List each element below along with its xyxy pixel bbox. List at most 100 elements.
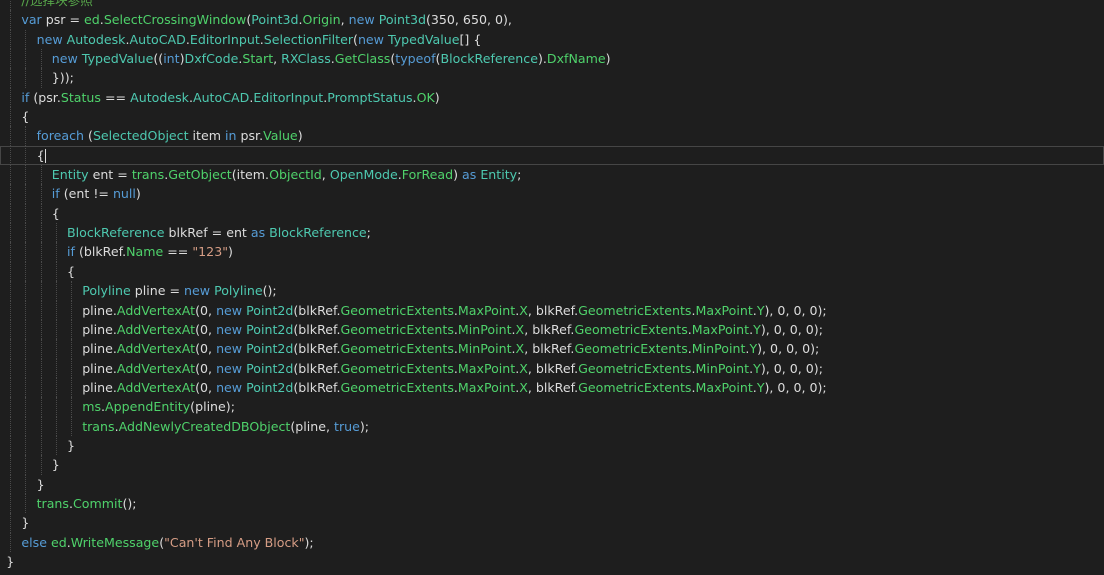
code-token: ed: [50, 534, 67, 550]
code-token: {: [21, 109, 30, 125]
code-token: "Can't Find Any Block": [164, 534, 305, 550]
code-text: pline.AddVertexAt(0, new Point2d(blkRef.…: [82, 301, 826, 320]
indent-guide: [71, 281, 72, 301]
code-line[interactable]: }: [0, 552, 1104, 571]
indent-guide: [71, 339, 72, 359]
indent-guide: [40, 203, 42, 224]
indent-guide: [40, 165, 42, 185]
code-line[interactable]: if (ent != null): [0, 184, 1104, 204]
indent-guide: [10, 377, 12, 398]
code-token: GeometricExtents: [578, 360, 692, 376]
indent-guide: [40, 416, 42, 436]
code-token: AddVertexAt: [116, 341, 196, 357]
code-line[interactable]: }: [0, 455, 1104, 475]
code-token: Point2d: [246, 341, 294, 357]
code-text: pline.AddVertexAt(0, new Point2d(blkRef.…: [82, 359, 823, 378]
code-line[interactable]: if (blkRef.Name == "123"): [0, 242, 1104, 262]
code-token: psr.: [236, 128, 264, 144]
code-token: X: [519, 379, 528, 395]
code-line[interactable]: {: [0, 261, 1104, 282]
indent-guide: [10, 416, 12, 436]
code-line[interactable]: pline.AddVertexAt(0, new Point2d(blkRef.…: [0, 358, 1104, 378]
indent-guide: [55, 397, 57, 417]
indent-guide: [10, 68, 12, 88]
code-token: Start: [242, 51, 274, 67]
code-line[interactable]: {: [0, 203, 1104, 224]
code-token: );: [304, 534, 314, 550]
code-line[interactable]: pline.AddVertexAt(0, new Point2d(blkRef.…: [0, 377, 1104, 398]
code-line[interactable]: }: [0, 474, 1104, 494]
code-token: GeometricExtents: [578, 302, 692, 318]
code-token: Autodesk: [66, 31, 126, 47]
code-token: AddVertexAt: [116, 379, 196, 395]
code-token: , blkRef.: [527, 360, 579, 376]
code-token: in: [225, 128, 237, 144]
code-line[interactable]: Polyline pline = new Polyline();: [0, 281, 1104, 301]
code-line[interactable]: ms.AppendEntity(pline);: [0, 397, 1104, 417]
code-line[interactable]: if (psr.Status == Autodesk.AutoCAD.Edito…: [0, 87, 1104, 108]
code-token: BlockReference: [269, 225, 367, 241]
code-line[interactable]: {: [0, 107, 1104, 127]
indent-guide: [25, 184, 27, 204]
code-line[interactable]: }));: [0, 68, 1104, 88]
indent-guide: [71, 377, 72, 398]
code-line[interactable]: BlockReference blkRef = ent as BlockRefe…: [0, 223, 1104, 243]
code-token: Point3d: [251, 12, 299, 28]
code-token: new: [51, 51, 78, 67]
code-line[interactable]: pline.AddVertexAt(0, new Point2d(blkRef.…: [0, 339, 1104, 359]
code-token: trans: [82, 418, 115, 434]
code-line[interactable]: var psr = ed.SelectCrossingWindow(Point3…: [0, 10, 1104, 30]
code-text: new TypedValue((int)DxfCode.Start, RXCla…: [52, 49, 611, 68]
code-line[interactable]: //选择块参照: [0, 0, 1104, 11]
code-token: }));: [51, 70, 74, 86]
indent-guide: [40, 49, 42, 69]
code-token: MinPoint: [457, 321, 512, 337]
code-token: Commit: [73, 495, 123, 511]
code-token: MaxPoint: [695, 379, 753, 395]
code-token: ), 0, 0, 0);: [757, 341, 820, 357]
code-text: pline.AddVertexAt(0, new Point2d(blkRef.…: [82, 339, 819, 358]
code-token: (blkRef.: [293, 379, 341, 395]
code-line[interactable]: Entity ent = trans.GetObject(item.Object…: [0, 165, 1104, 185]
code-line[interactable]: new Autodesk.AutoCAD.EditorInput.Selecti…: [0, 29, 1104, 50]
code-token: ), 0, 0, 0);: [760, 360, 823, 376]
code-text: trans.Commit();: [37, 494, 137, 513]
code-token: GeometricExtents: [340, 379, 454, 395]
code-text: if (psr.Status == Autodesk.AutoCAD.Edito…: [21, 88, 439, 107]
code-line[interactable]: else ed.WriteMessage("Can't Find Any Blo…: [0, 532, 1104, 552]
code-line[interactable]: pline.AddVertexAt(0, new Point2d(blkRef.…: [0, 300, 1104, 320]
code-token: MaxPoint: [457, 360, 516, 376]
code-line[interactable]: }: [0, 435, 1104, 456]
code-token: MinPoint: [695, 360, 750, 376]
code-editor[interactable]: //选择块参照 var psr = ed.SelectCrossingWindow…: [0, 0, 1104, 575]
indent-guide: [25, 339, 27, 359]
code-token: ();: [262, 283, 277, 299]
code-line[interactable]: new TypedValue((int)DxfCode.Start, RXCla…: [0, 49, 1104, 69]
code-token: MaxPoint: [691, 321, 750, 337]
code-line[interactable]: foreach (SelectedObject item in psr.Valu…: [0, 126, 1104, 146]
code-line[interactable]: trans.Commit();: [0, 493, 1104, 514]
indent-guide: [40, 261, 42, 282]
code-line[interactable]: }: [0, 513, 1104, 533]
indent-guide: [55, 281, 57, 301]
indent-guide: [40, 397, 42, 417]
code-token: (blkRef.: [293, 341, 341, 357]
code-token: trans: [131, 167, 165, 183]
code-text: foreach (SelectedObject item in psr.Valu…: [37, 126, 303, 145]
code-token: foreach: [36, 128, 85, 144]
code-token: Entity: [480, 167, 518, 183]
code-line[interactable]: trans.AddNewlyCreatedDBObject(pline, tru…: [0, 416, 1104, 436]
code-token: new: [216, 379, 243, 395]
code-text: {: [37, 146, 46, 165]
code-text: BlockReference blkRef = ent as BlockRefe…: [67, 223, 371, 242]
code-token: Polyline: [214, 283, 263, 299]
code-token: (0,: [195, 302, 217, 318]
indent-guide: [10, 435, 12, 456]
code-token: AutoCAD: [129, 31, 186, 47]
code-token: as: [462, 167, 477, 183]
current-code-line[interactable]: {: [0, 145, 1104, 166]
indent-guide: [71, 300, 72, 320]
code-token: Y: [749, 341, 758, 357]
code-line[interactable]: pline.AddVertexAt(0, new Point2d(blkRef.…: [0, 319, 1104, 340]
indent-guide: [25, 435, 27, 456]
